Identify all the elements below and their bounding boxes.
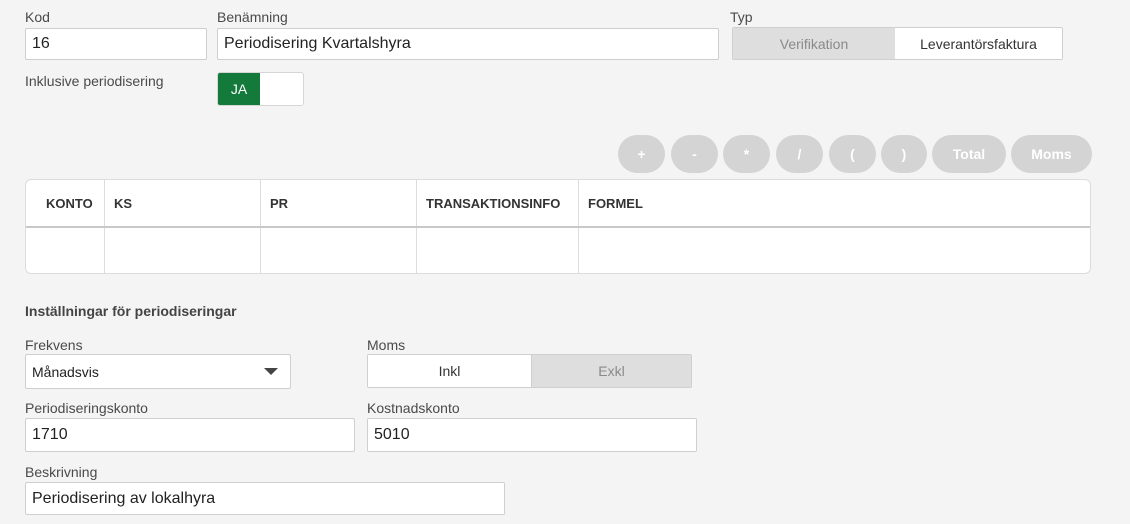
moms-label: Moms (367, 337, 406, 353)
frekvens-label: Frekvens (25, 337, 83, 353)
periodiseringskonto-input[interactable]: 1710 (25, 418, 355, 452)
frekvens-select[interactable]: Månadsvis (25, 354, 291, 389)
column-header-ks: KS (114, 196, 133, 211)
toggle-off-area (260, 73, 303, 105)
divide-button[interactable]: / (776, 135, 823, 173)
frekvens-selected-value: Månadsvis (32, 363, 99, 380)
chevron-down-icon (264, 368, 278, 375)
typ-label: Typ (730, 9, 753, 25)
column-header-pr: PR (270, 196, 289, 211)
moms-button[interactable]: Moms (1011, 135, 1092, 173)
typ-segmented-control: Verifikation Leverantörsfaktura (732, 27, 1063, 60)
periodisering-toggle[interactable]: JA (217, 72, 304, 106)
moms-option-exkl[interactable]: Exkl (532, 355, 691, 387)
column-header-transaktionsinfo: TRANSAKTIONSINFO (426, 196, 561, 211)
periodiseringskonto-label: Periodiseringskonto (25, 400, 148, 416)
kod-label: Kod (25, 9, 50, 25)
periodisering-label: Inklusive periodisering (25, 73, 164, 89)
kod-input[interactable]: 16 (25, 28, 207, 60)
typ-option-verifikation[interactable]: Verifikation (733, 28, 895, 59)
settings-section-title: Inställningar för periodiseringar (25, 303, 237, 319)
moms-option-inkl[interactable]: Inkl (368, 355, 532, 387)
total-button[interactable]: Total (932, 135, 1006, 173)
table-row-empty[interactable] (26, 228, 1090, 273)
kostnadskonto-input[interactable]: 5010 (367, 418, 697, 452)
kostnadskonto-label: Kostnadskonto (367, 400, 460, 416)
column-header-formel: FORMEL (588, 196, 643, 211)
benamning-label: Benämning (217, 9, 288, 25)
transaction-table: KONTO KS PR TRANSAKTIONSINFO FORMEL (25, 179, 1091, 274)
benamning-input[interactable]: Periodisering Kvartalshyra (217, 28, 719, 60)
beskrivning-input[interactable]: Periodisering av lokalhyra (25, 482, 505, 515)
close-paren-button[interactable]: ) (881, 135, 927, 173)
minus-button[interactable]: - (671, 135, 718, 173)
plus-button[interactable]: + (618, 135, 665, 173)
open-paren-button[interactable]: ( (829, 135, 876, 173)
beskrivning-label: Beskrivning (25, 464, 98, 480)
toggle-ja-label: JA (218, 73, 260, 105)
moms-segmented-control: Inkl Exkl (367, 354, 692, 388)
typ-option-leverantorsfaktura[interactable]: Leverantörsfaktura (895, 28, 1062, 59)
column-header-konto: KONTO (46, 196, 93, 211)
multiply-button[interactable]: * (723, 135, 770, 173)
